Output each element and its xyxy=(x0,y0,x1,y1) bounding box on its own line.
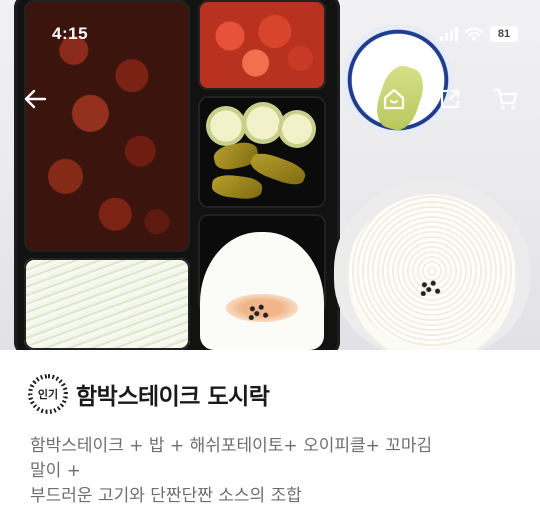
status-time: 4:15 xyxy=(52,24,89,43)
description-line: 함박스테이크 + 밥 + 해쉬포테이토+ 오이피클+ 꼬마김 xyxy=(30,436,433,456)
description-line: 말이 + xyxy=(30,461,81,481)
description-line: 부드러운 고기와 단짠단짠 소스의 조합 xyxy=(30,486,302,506)
back-arrow-icon xyxy=(24,89,47,109)
wifi-icon xyxy=(465,27,483,41)
badge-label: 인기 xyxy=(37,388,59,401)
hamburg-steak-compartment xyxy=(24,0,190,252)
title-row: 인기 함박스테이크 도시락 xyxy=(28,374,270,414)
pickle-compartment xyxy=(198,96,326,208)
popular-badge: 인기 xyxy=(28,374,68,414)
product-info: 인기 함박스테이크 도시락 함박스테이크 + 밥 + 해쉬포테이토+ 오이피클+… xyxy=(0,350,540,526)
product-description: 함박스테이크 + 밥 + 해쉬포테이토+ 오이피클+ 꼬마김 말이 + 부드러운… xyxy=(30,434,520,509)
product-photo: 4:15 81 xyxy=(0,0,540,350)
battery-icon: 81 xyxy=(490,26,518,42)
cart-button[interactable] xyxy=(493,86,519,112)
status-icons: 81 xyxy=(440,26,518,42)
home-icon xyxy=(383,88,405,110)
back-button[interactable] xyxy=(22,86,48,112)
share-button[interactable] xyxy=(437,86,463,112)
cabbage-compartment xyxy=(24,258,190,350)
cart-icon xyxy=(493,88,518,110)
product-title: 함박스테이크 도시락 xyxy=(76,384,270,410)
signal-icon xyxy=(440,27,458,41)
share-icon xyxy=(440,89,460,109)
lunchbox-tray xyxy=(14,0,340,350)
home-button[interactable] xyxy=(381,86,407,112)
rice xyxy=(348,196,516,346)
kimchi-compartment xyxy=(198,0,326,90)
